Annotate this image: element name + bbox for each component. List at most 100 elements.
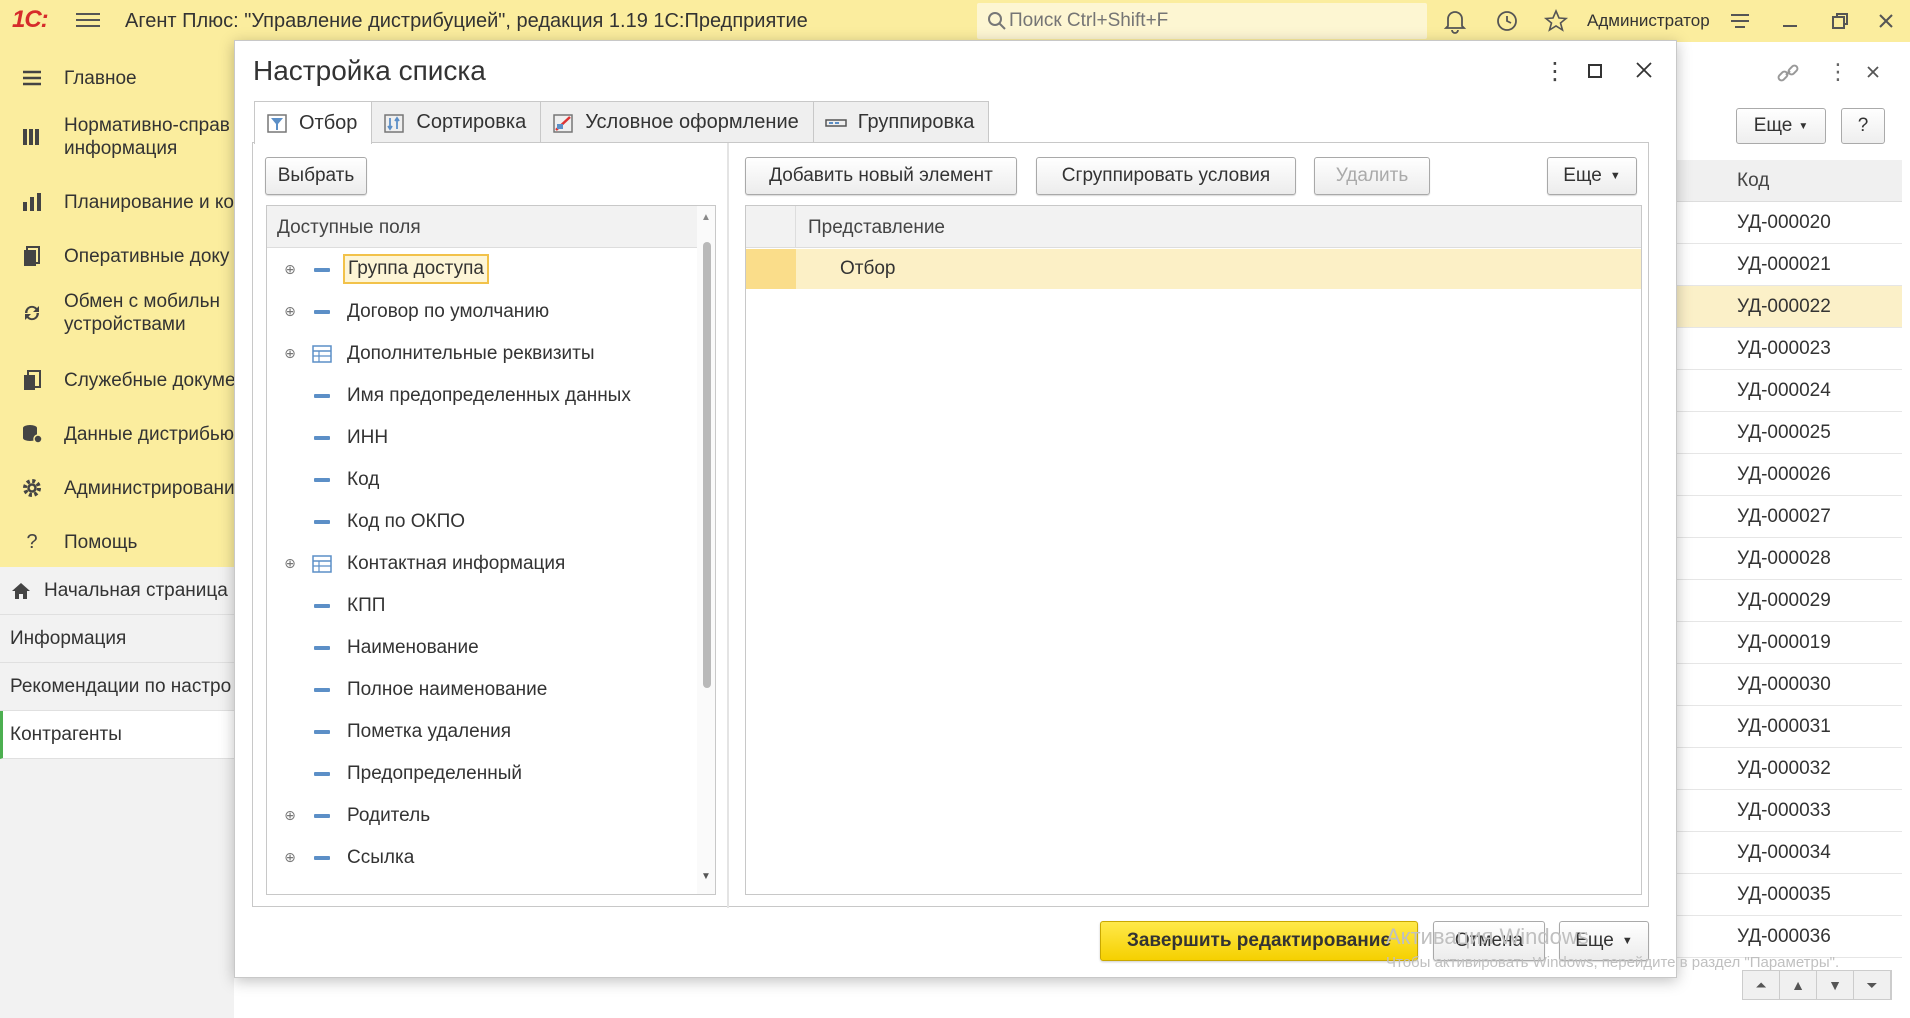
field-row[interactable]: Полное наименование [267, 669, 697, 711]
code-row[interactable]: УД-000020 [1677, 202, 1902, 244]
code-row[interactable]: УД-000022 [1677, 286, 1902, 328]
expand-icon[interactable]: ⊕ [283, 303, 297, 319]
history-icon[interactable] [1494, 8, 1520, 34]
field-row[interactable]: Имя предопределенных данных [267, 375, 697, 417]
sidebar-item-label: Администрировани [64, 478, 234, 499]
tab-filter[interactable]: Отбор [254, 101, 373, 144]
conditional-format-icon [553, 113, 573, 133]
scroll-first-icon[interactable]: ⏶ [1743, 971, 1780, 999]
filter-root-row[interactable]: Отбор [746, 249, 1641, 289]
sidebar-item-planning[interactable]: Планирование и ко [0, 182, 234, 222]
main-menu-icon[interactable] [76, 9, 100, 33]
code-row[interactable]: УД-000021 [1677, 244, 1902, 286]
link-icon[interactable] [1775, 60, 1801, 86]
scroll-last-icon[interactable]: ⏷ [1854, 971, 1891, 999]
search-input[interactable] [1009, 7, 1409, 35]
subnav-item-counterparties[interactable]: Контрагенты [0, 711, 234, 759]
code-row[interactable]: УД-000034 [1677, 832, 1902, 874]
add-new-element-button[interactable]: Добавить новый элемент [745, 157, 1017, 195]
tab-conditional-format[interactable]: Условное оформление [540, 101, 814, 143]
field-icon [311, 679, 333, 701]
expand-icon[interactable]: ⊕ [283, 849, 297, 865]
code-row[interactable]: УД-000024 [1677, 370, 1902, 412]
code-column-header[interactable]: Код [1677, 160, 1902, 202]
code-row[interactable]: УД-000025 [1677, 412, 1902, 454]
scroll-up-icon[interactable]: ▲ [1780, 971, 1817, 999]
field-row[interactable]: Пометка удаления [267, 711, 697, 753]
sidebar-item-mobile-exchange[interactable]: Обмен с мобильн устройствами [0, 288, 234, 338]
scroll-down-icon[interactable]: ▼ [1817, 971, 1854, 999]
field-row[interactable]: Наименование [267, 627, 697, 669]
close-form-icon[interactable] [1863, 62, 1883, 82]
expand-icon[interactable]: ⊕ [283, 345, 297, 361]
more-button[interactable]: Еще ▼ [1547, 157, 1637, 195]
field-row[interactable]: ⊕ Родитель [267, 795, 697, 837]
fields-scrollbar[interactable]: ▲ ▼ [697, 206, 715, 894]
field-row[interactable]: ⊕ Дополнительные реквизиты [267, 333, 697, 375]
code-row[interactable]: УД-000035 [1677, 874, 1902, 916]
dialog-more-icon[interactable]: ⋮ [1541, 57, 1569, 85]
field-row[interactable]: ⊕ Договор по умолчанию [267, 291, 697, 333]
sidebar-item-reference[interactable]: Нормативно-справ информация [0, 112, 234, 162]
field-row[interactable]: Предопределенный [267, 753, 697, 795]
code-row[interactable]: УД-000023 [1677, 328, 1902, 370]
sidebar-item-operative-docs[interactable]: Оперативные доку [0, 236, 234, 276]
field-row[interactable]: Код по ОКПО [267, 501, 697, 543]
field-row[interactable]: КПП [267, 585, 697, 627]
scroll-up-arrow-icon[interactable]: ▲ [701, 212, 711, 223]
code-row[interactable]: УД-000029 [1677, 580, 1902, 622]
expand-icon[interactable]: ⊕ [283, 555, 297, 571]
field-row[interactable]: ⊕ Ссылка [267, 837, 697, 879]
code-row[interactable]: УД-000026 [1677, 454, 1902, 496]
field-row[interactable]: Код [267, 459, 697, 501]
bell-icon[interactable] [1442, 8, 1468, 34]
field-row[interactable]: ⊕ Группа доступа [267, 249, 697, 291]
user-name[interactable]: Администратор [1587, 11, 1710, 31]
code-row[interactable]: УД-000019 [1677, 622, 1902, 664]
more-vertical-icon[interactable]: ⋮ [1827, 59, 1849, 85]
subnav-item-info[interactable]: Информация [0, 615, 234, 663]
tab-grouping[interactable]: Группировка [812, 101, 990, 143]
pane-splitter[interactable] [727, 143, 729, 908]
field-row[interactable]: ИНН [267, 417, 697, 459]
restore-icon[interactable] [1827, 8, 1853, 34]
code-row[interactable]: УД-000031 [1677, 706, 1902, 748]
windows-activation-watermark: Активация Windows Чтобы активировать Win… [1386, 924, 1839, 971]
search-box[interactable] [977, 3, 1427, 39]
finish-editing-button[interactable]: Завершить редактирование [1100, 921, 1418, 961]
sidebar-item-administration[interactable]: Администрировани [0, 468, 234, 508]
question-icon: ? [26, 530, 38, 553]
tab-sorting[interactable]: Сортировка [371, 101, 542, 143]
home-page-link[interactable]: Начальная страница [0, 567, 234, 615]
expand-icon[interactable]: ⊕ [283, 261, 297, 277]
tab-label: Сортировка [416, 111, 527, 133]
code-row[interactable]: УД-000028 [1677, 538, 1902, 580]
help-button[interactable]: ? [1841, 108, 1885, 144]
select-button-label: Выбрать [277, 165, 355, 186]
select-button[interactable]: Выбрать [265, 157, 367, 195]
group-conditions-button[interactable]: Сгруппировать условия [1036, 157, 1296, 195]
close-icon[interactable] [1873, 8, 1899, 34]
code-row[interactable]: УД-000027 [1677, 496, 1902, 538]
code-row[interactable]: УД-000032 [1677, 748, 1902, 790]
sidebar-item-service-docs[interactable]: Служебные докуме [0, 360, 234, 400]
field-row[interactable]: ⊕ Контактная информация [267, 543, 697, 585]
code-row[interactable]: УД-000033 [1677, 790, 1902, 832]
delete-button-label: Удалить [1335, 165, 1409, 186]
subnav-item-recommendations[interactable]: Рекомендации по настро [0, 663, 234, 711]
dialog-close-icon[interactable] [1633, 59, 1655, 81]
minimize-icon[interactable] [1777, 8, 1803, 34]
code-row[interactable]: УД-000030 [1677, 664, 1902, 706]
maximize-icon[interactable] [1585, 61, 1605, 81]
delete-button[interactable]: Удалить [1314, 157, 1430, 195]
scroll-thumb[interactable] [703, 242, 711, 688]
sidebar-item-distributor-data[interactable]: Данные дистрибью [0, 414, 234, 454]
scroll-down-arrow-icon[interactable]: ▼ [701, 871, 711, 882]
sidebar-item-main[interactable]: Главное [0, 58, 234, 98]
star-icon[interactable] [1543, 8, 1569, 34]
settings-lines-icon[interactable] [1727, 8, 1753, 34]
list-more-button[interactable]: Еще ▼ [1736, 108, 1826, 144]
field-icon [311, 763, 333, 785]
expand-icon[interactable]: ⊕ [283, 807, 297, 823]
sidebar-item-help[interactable]: ? Помощь [0, 522, 234, 562]
